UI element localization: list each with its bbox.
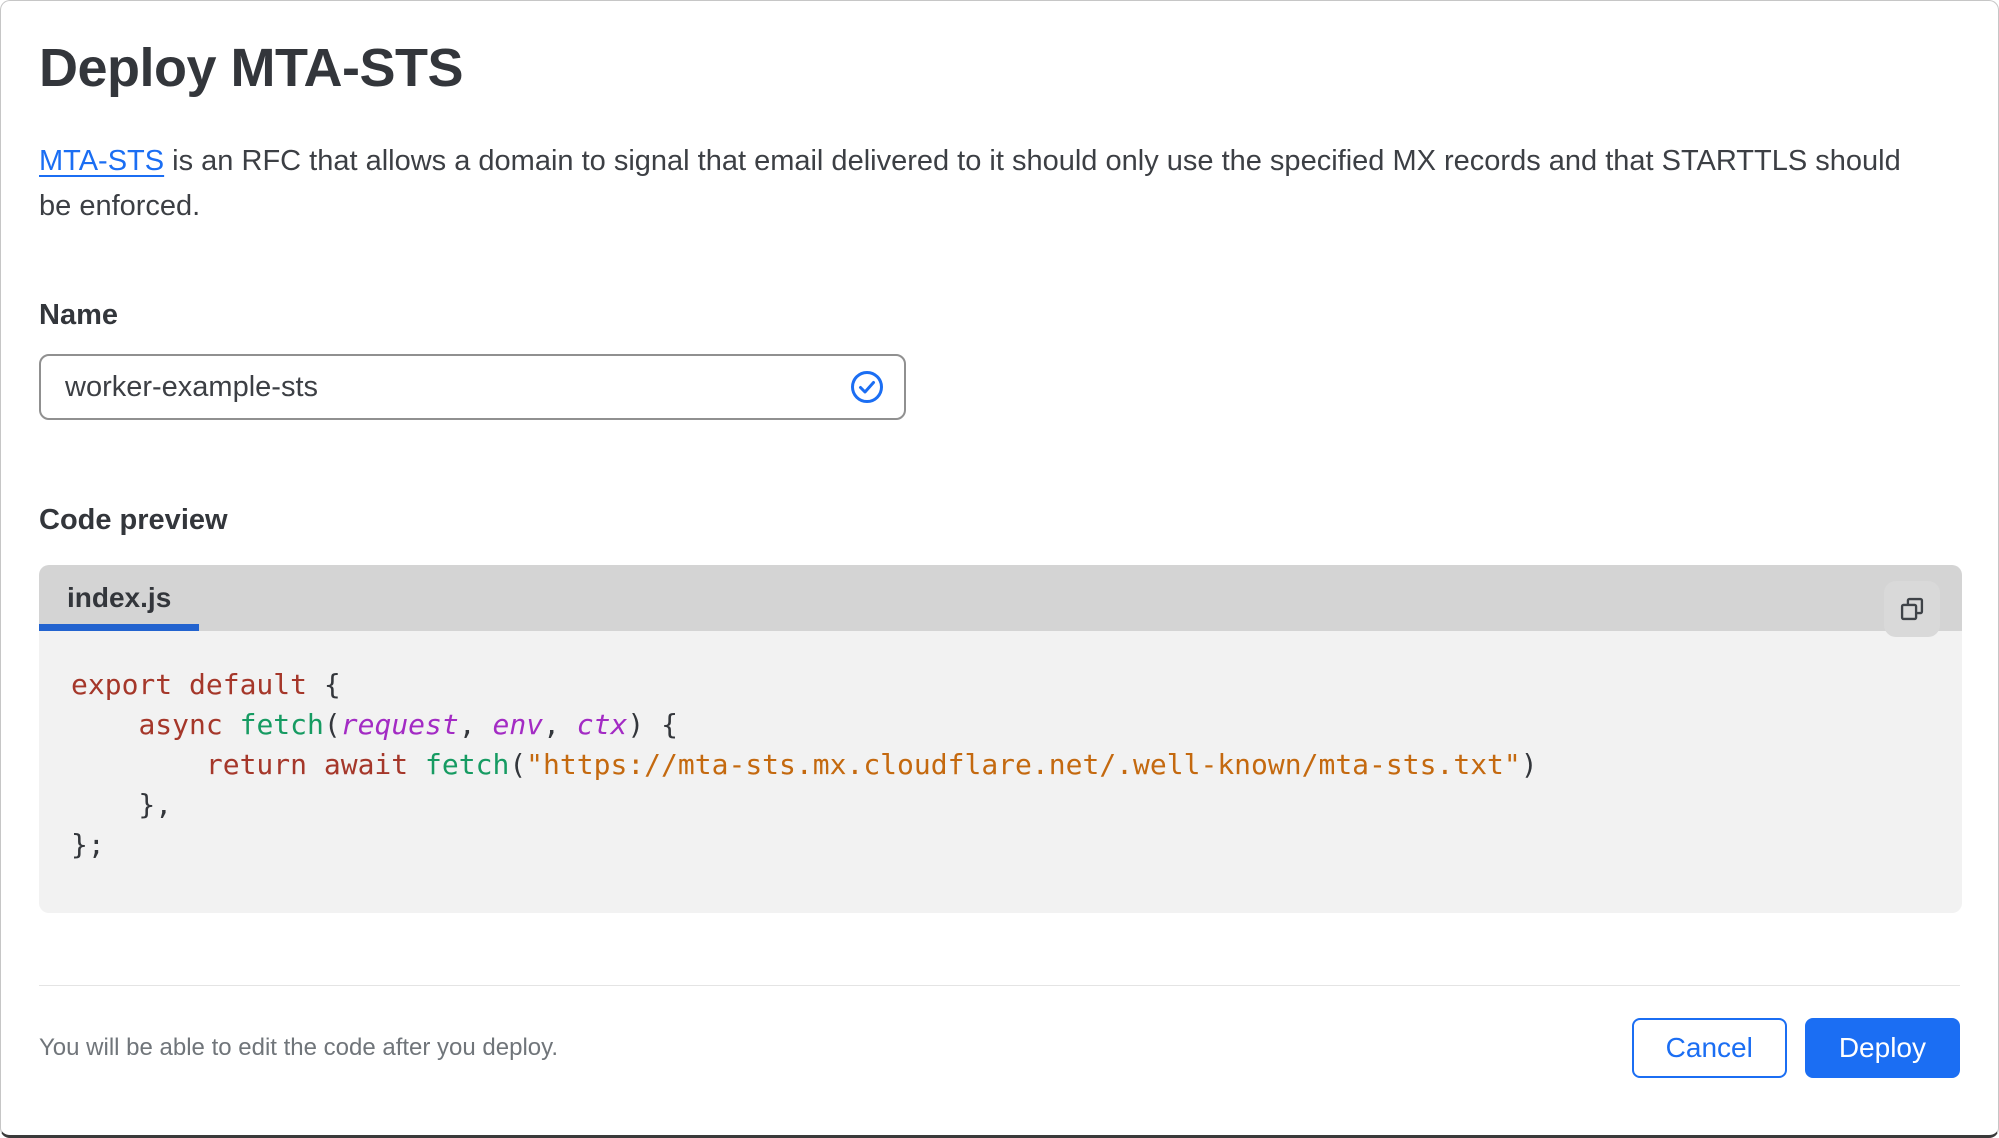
code-line: }, [71, 785, 1872, 825]
mta-sts-link[interactable]: MTA-STS [39, 145, 164, 177]
footer-note: You will be able to edit the code after … [39, 1034, 558, 1062]
page-title: Deploy MTA-STS [39, 1, 1960, 99]
code-block: export default { async fetch(request, en… [39, 631, 1962, 913]
name-label: Name [39, 299, 1960, 332]
tab-label: index.js [67, 582, 171, 614]
code-line: return await fetch("https://mta-sts.mx.c… [71, 745, 1872, 785]
deploy-button[interactable]: Deploy [1805, 1018, 1960, 1078]
footer-actions: Cancel Deploy [1632, 1018, 1960, 1078]
tab-index-js[interactable]: index.js [39, 565, 199, 631]
code-line: }; [71, 825, 1872, 865]
description-text: MTA-STS is an RFC that allows a domain t… [39, 139, 1909, 229]
code-line: export default { [71, 665, 1872, 705]
code-preview-label: Code preview [39, 504, 1960, 537]
copy-icon [1898, 595, 1926, 623]
name-input-container [39, 354, 906, 420]
code-line: async fetch(request, env, ctx) { [71, 705, 1872, 745]
name-input[interactable] [65, 371, 850, 404]
cancel-button[interactable]: Cancel [1632, 1018, 1787, 1078]
code-preview-card: index.js export default { async fetch(re… [39, 565, 1962, 913]
deploy-mta-sts-dialog: Deploy MTA-STS MTA-STS is an RFC that al… [0, 0, 1999, 1138]
footer: You will be able to edit the code after … [39, 1018, 1960, 1078]
check-circle-icon [850, 370, 884, 404]
code-tabbar: index.js [39, 565, 1962, 631]
description-body: is an RFC that allows a domain to signal… [39, 145, 1901, 222]
copy-button[interactable] [1884, 581, 1940, 637]
footer-divider [39, 985, 1960, 986]
